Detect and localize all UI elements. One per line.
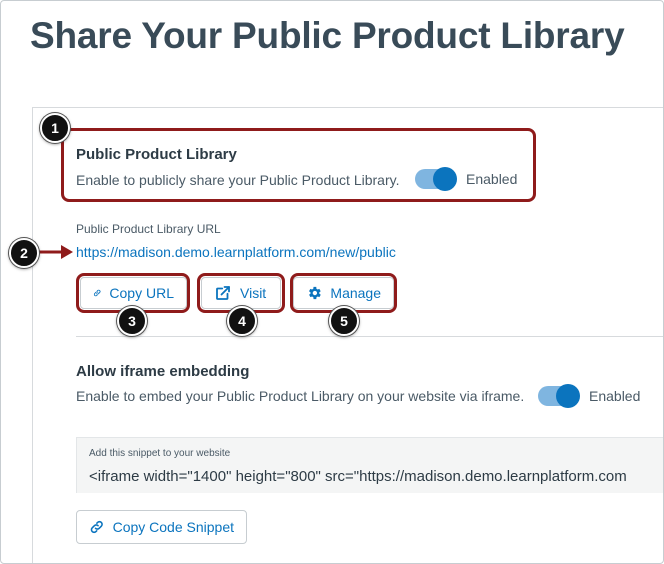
iframe-description: Enable to embed your Public Product Libr…: [76, 388, 525, 404]
public-library-url-link[interactable]: https://madison.demo.learnplatform.com/n…: [76, 244, 396, 260]
callout-arrow-icon: [35, 245, 73, 259]
copy-code-snippet-label: Copy Code Snippet: [112, 519, 234, 535]
callout-badge-1: 1: [40, 113, 70, 143]
callout-badge-5: 5: [329, 306, 359, 336]
callout-badge-3: 3: [117, 306, 147, 336]
toggle-knob: [556, 384, 580, 408]
callout-badge-2: 2: [9, 238, 39, 268]
copy-code-snippet-button[interactable]: Copy Code Snippet: [76, 510, 247, 544]
iframe-toggle-label: Enabled: [589, 388, 641, 404]
callout-highlight-library: [61, 128, 536, 202]
url-field-label: Public Product Library URL: [76, 222, 221, 236]
snippet-field[interactable]: Add this snippet to your website <iframe…: [76, 437, 663, 493]
app-window: Share Your Public Product Library Public…: [0, 0, 664, 564]
iframe-toggle-switch[interactable]: [538, 384, 580, 408]
link-icon: [90, 520, 103, 534]
iframe-toggle[interactable]: Enabled: [538, 384, 641, 408]
snippet-label: Add this snippet to your website: [89, 448, 231, 459]
callout-badge-4: 4: [227, 306, 257, 336]
iframe-heading: Allow iframe embedding: [76, 363, 250, 380]
snippet-code: <iframe width="1400" height="800" src="h…: [89, 468, 627, 485]
section-divider: [76, 336, 663, 337]
page-title: Share Your Public Product Library: [30, 15, 625, 56]
